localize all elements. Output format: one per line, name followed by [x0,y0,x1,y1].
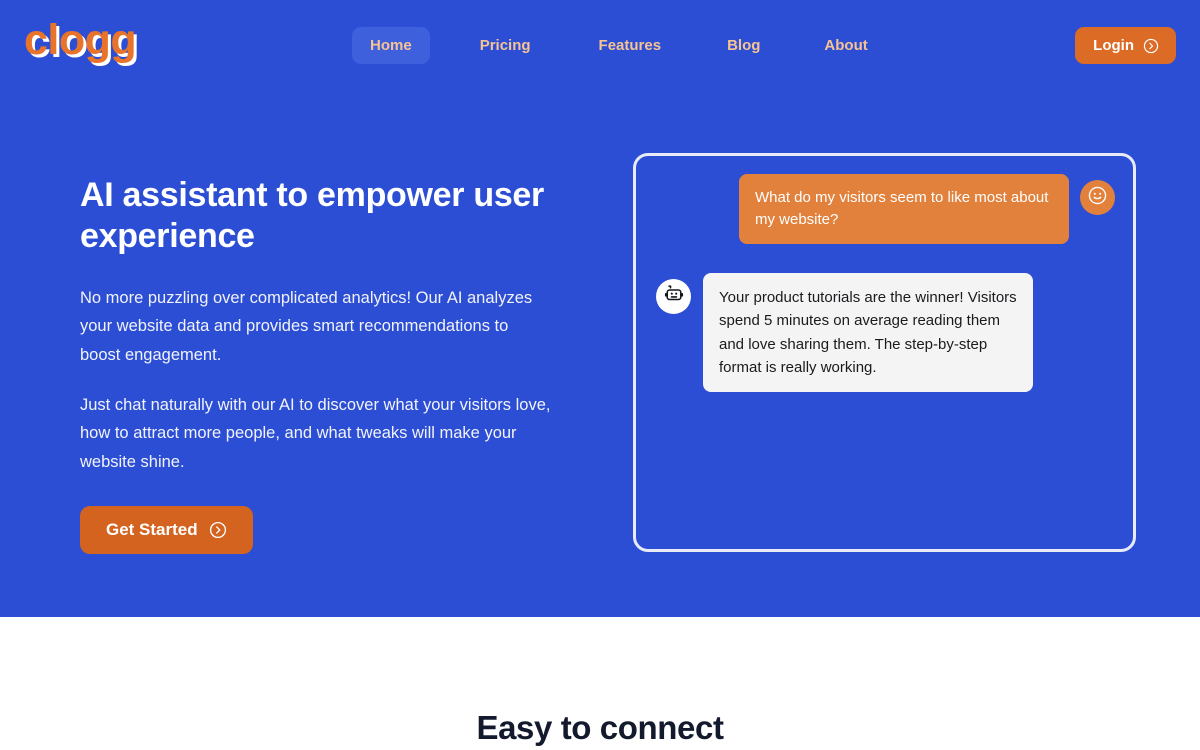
get-started-button[interactable]: Get Started [80,506,253,555]
circle-chevron-right-icon [1143,38,1159,54]
nav-item-pricing[interactable]: Pricing [462,27,549,64]
nav-item-home-label: Home [370,37,412,54]
login-button[interactable]: Login [1075,27,1176,64]
connect-section: Easy to connect [0,617,1200,750]
chat-demo-panel: What do my visitors seem to like most ab… [633,153,1136,552]
chat-bubble-user: What do my visitors seem to like most ab… [739,174,1069,245]
connect-section-title: Easy to connect [476,709,724,746]
hero-section: clogg Home Pricing Features Blog About L… [0,0,1200,617]
nav-item-blog-label: Blog [727,37,761,54]
nav-item-pricing-label: Pricing [479,37,531,54]
navbar: clogg Home Pricing Features Blog About L… [0,0,1200,90]
nav-item-features-label: Features [598,37,662,54]
avatar [1080,180,1115,215]
chat-message-bot: Your product tutorials are the winner! V… [656,273,1115,393]
circle-chevron-right-icon [209,521,227,539]
smiley-face-icon [1087,185,1108,211]
chat-message-user: What do my visitors seem to like most ab… [656,174,1115,245]
hero-paragraph-2: Just chat naturally with our AI to disco… [80,396,551,471]
login-button-label: Login [1093,37,1134,54]
get-started-button-label: Get Started [106,520,198,540]
nav-item-about[interactable]: About [806,27,885,64]
avatar [656,279,691,315]
nav-links: Home Pricing Features Blog About [352,27,886,64]
hero-content: AI assistant to empower user experience … [80,175,580,555]
nav-item-blog[interactable]: Blog [709,27,778,64]
nav-item-home[interactable]: Home [352,27,430,64]
brand-logo[interactable]: clogg [24,19,137,62]
landing-page: clogg Home Pricing Features Blog About L… [0,0,1200,750]
hero-paragraph-1: No more puzzling over complicated analyt… [80,288,533,364]
page-title: AI assistant to empower user experience [80,176,544,256]
robot-icon [663,283,685,310]
nav-item-features[interactable]: Features [581,27,680,64]
nav-item-about-label: About [824,37,868,54]
chat-bubble-bot: Your product tutorials are the winner! V… [703,273,1033,393]
